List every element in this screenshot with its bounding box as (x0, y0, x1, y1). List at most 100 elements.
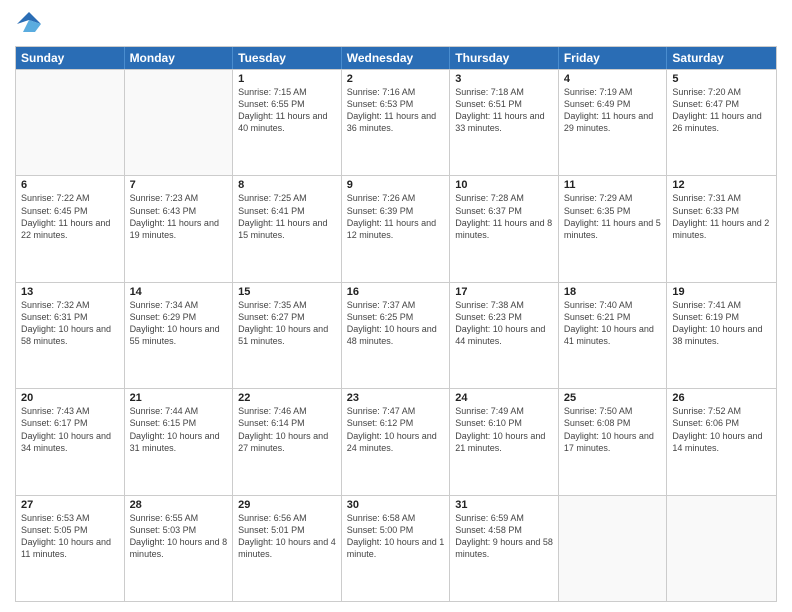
calendar-cell (125, 70, 234, 175)
day-number: 3 (455, 73, 553, 85)
day-info: Sunrise: 6:56 AMSunset: 5:01 PMDaylight:… (238, 512, 336, 561)
day-info: Sunrise: 7:29 AMSunset: 6:35 PMDaylight:… (564, 192, 662, 241)
day-number: 26 (672, 392, 771, 404)
day-info: Sunrise: 6:55 AMSunset: 5:03 PMDaylight:… (130, 512, 228, 561)
calendar-row: 20Sunrise: 7:43 AMSunset: 6:17 PMDayligh… (16, 388, 776, 494)
day-number: 8 (238, 179, 336, 191)
day-info: Sunrise: 7:18 AMSunset: 6:51 PMDaylight:… (455, 86, 553, 135)
weekday-header: Monday (125, 47, 234, 69)
calendar-cell: 16Sunrise: 7:37 AMSunset: 6:25 PMDayligh… (342, 283, 451, 388)
day-number: 11 (564, 179, 662, 191)
calendar-cell: 6Sunrise: 7:22 AMSunset: 6:45 PMDaylight… (16, 176, 125, 281)
weekday-header: Sunday (16, 47, 125, 69)
calendar-cell: 31Sunrise: 6:59 AMSunset: 4:58 PMDayligh… (450, 496, 559, 601)
day-number: 1 (238, 73, 336, 85)
day-number: 22 (238, 392, 336, 404)
calendar-cell: 29Sunrise: 6:56 AMSunset: 5:01 PMDayligh… (233, 496, 342, 601)
weekday-header: Thursday (450, 47, 559, 69)
day-number: 9 (347, 179, 445, 191)
calendar-cell: 5Sunrise: 7:20 AMSunset: 6:47 PMDaylight… (667, 70, 776, 175)
day-number: 27 (21, 499, 119, 511)
calendar-cell: 15Sunrise: 7:35 AMSunset: 6:27 PMDayligh… (233, 283, 342, 388)
calendar-cell: 1Sunrise: 7:15 AMSunset: 6:55 PMDaylight… (233, 70, 342, 175)
day-number: 25 (564, 392, 662, 404)
calendar-cell: 21Sunrise: 7:44 AMSunset: 6:15 PMDayligh… (125, 389, 234, 494)
calendar-cell: 10Sunrise: 7:28 AMSunset: 6:37 PMDayligh… (450, 176, 559, 281)
day-number: 15 (238, 286, 336, 298)
day-info: Sunrise: 6:53 AMSunset: 5:05 PMDaylight:… (21, 512, 119, 561)
calendar-cell: 27Sunrise: 6:53 AMSunset: 5:05 PMDayligh… (16, 496, 125, 601)
day-info: Sunrise: 7:43 AMSunset: 6:17 PMDaylight:… (21, 405, 119, 454)
day-number: 28 (130, 499, 228, 511)
day-info: Sunrise: 7:31 AMSunset: 6:33 PMDaylight:… (672, 192, 771, 241)
weekday-header: Saturday (667, 47, 776, 69)
day-info: Sunrise: 7:40 AMSunset: 6:21 PMDaylight:… (564, 299, 662, 348)
day-info: Sunrise: 7:49 AMSunset: 6:10 PMDaylight:… (455, 405, 553, 454)
weekday-header: Wednesday (342, 47, 451, 69)
day-info: Sunrise: 7:26 AMSunset: 6:39 PMDaylight:… (347, 192, 445, 241)
day-info: Sunrise: 7:44 AMSunset: 6:15 PMDaylight:… (130, 405, 228, 454)
calendar-cell: 14Sunrise: 7:34 AMSunset: 6:29 PMDayligh… (125, 283, 234, 388)
calendar-cell: 26Sunrise: 7:52 AMSunset: 6:06 PMDayligh… (667, 389, 776, 494)
day-info: Sunrise: 6:59 AMSunset: 4:58 PMDaylight:… (455, 512, 553, 561)
calendar-page: SundayMondayTuesdayWednesdayThursdayFrid… (0, 0, 792, 612)
day-info: Sunrise: 7:23 AMSunset: 6:43 PMDaylight:… (130, 192, 228, 241)
calendar-header: SundayMondayTuesdayWednesdayThursdayFrid… (16, 47, 776, 69)
day-number: 2 (347, 73, 445, 85)
calendar-cell: 25Sunrise: 7:50 AMSunset: 6:08 PMDayligh… (559, 389, 668, 494)
day-number: 31 (455, 499, 553, 511)
day-info: Sunrise: 7:20 AMSunset: 6:47 PMDaylight:… (672, 86, 771, 135)
day-number: 21 (130, 392, 228, 404)
day-info: Sunrise: 7:41 AMSunset: 6:19 PMDaylight:… (672, 299, 771, 348)
day-info: Sunrise: 7:28 AMSunset: 6:37 PMDaylight:… (455, 192, 553, 241)
day-info: Sunrise: 7:37 AMSunset: 6:25 PMDaylight:… (347, 299, 445, 348)
calendar-cell: 13Sunrise: 7:32 AMSunset: 6:31 PMDayligh… (16, 283, 125, 388)
day-number: 24 (455, 392, 553, 404)
day-info: Sunrise: 7:22 AMSunset: 6:45 PMDaylight:… (21, 192, 119, 241)
header (15, 10, 777, 38)
weekday-header: Tuesday (233, 47, 342, 69)
calendar-cell: 17Sunrise: 7:38 AMSunset: 6:23 PMDayligh… (450, 283, 559, 388)
calendar-cell: 8Sunrise: 7:25 AMSunset: 6:41 PMDaylight… (233, 176, 342, 281)
day-info: Sunrise: 7:34 AMSunset: 6:29 PMDaylight:… (130, 299, 228, 348)
calendar-cell: 18Sunrise: 7:40 AMSunset: 6:21 PMDayligh… (559, 283, 668, 388)
calendar-cell: 24Sunrise: 7:49 AMSunset: 6:10 PMDayligh… (450, 389, 559, 494)
day-info: Sunrise: 7:38 AMSunset: 6:23 PMDaylight:… (455, 299, 553, 348)
day-number: 12 (672, 179, 771, 191)
weekday-header: Friday (559, 47, 668, 69)
day-info: Sunrise: 7:35 AMSunset: 6:27 PMDaylight:… (238, 299, 336, 348)
calendar-cell: 20Sunrise: 7:43 AMSunset: 6:17 PMDayligh… (16, 389, 125, 494)
day-info: Sunrise: 7:19 AMSunset: 6:49 PMDaylight:… (564, 86, 662, 135)
day-info: Sunrise: 7:46 AMSunset: 6:14 PMDaylight:… (238, 405, 336, 454)
day-info: Sunrise: 7:47 AMSunset: 6:12 PMDaylight:… (347, 405, 445, 454)
calendar-cell: 23Sunrise: 7:47 AMSunset: 6:12 PMDayligh… (342, 389, 451, 494)
day-number: 13 (21, 286, 119, 298)
calendar-cell: 12Sunrise: 7:31 AMSunset: 6:33 PMDayligh… (667, 176, 776, 281)
day-number: 7 (130, 179, 228, 191)
calendar-row: 27Sunrise: 6:53 AMSunset: 5:05 PMDayligh… (16, 495, 776, 601)
day-info: Sunrise: 6:58 AMSunset: 5:00 PMDaylight:… (347, 512, 445, 561)
calendar: SundayMondayTuesdayWednesdayThursdayFrid… (15, 46, 777, 602)
calendar-cell: 30Sunrise: 6:58 AMSunset: 5:00 PMDayligh… (342, 496, 451, 601)
day-info: Sunrise: 7:32 AMSunset: 6:31 PMDaylight:… (21, 299, 119, 348)
calendar-body: 1Sunrise: 7:15 AMSunset: 6:55 PMDaylight… (16, 69, 776, 601)
calendar-cell: 7Sunrise: 7:23 AMSunset: 6:43 PMDaylight… (125, 176, 234, 281)
day-info: Sunrise: 7:52 AMSunset: 6:06 PMDaylight:… (672, 405, 771, 454)
calendar-row: 1Sunrise: 7:15 AMSunset: 6:55 PMDaylight… (16, 69, 776, 175)
calendar-cell: 4Sunrise: 7:19 AMSunset: 6:49 PMDaylight… (559, 70, 668, 175)
calendar-cell (667, 496, 776, 601)
logo-icon (15, 10, 43, 38)
day-info: Sunrise: 7:25 AMSunset: 6:41 PMDaylight:… (238, 192, 336, 241)
day-number: 18 (564, 286, 662, 298)
calendar-cell: 19Sunrise: 7:41 AMSunset: 6:19 PMDayligh… (667, 283, 776, 388)
calendar-cell: 22Sunrise: 7:46 AMSunset: 6:14 PMDayligh… (233, 389, 342, 494)
day-number: 10 (455, 179, 553, 191)
calendar-cell (16, 70, 125, 175)
day-info: Sunrise: 7:50 AMSunset: 6:08 PMDaylight:… (564, 405, 662, 454)
calendar-cell: 11Sunrise: 7:29 AMSunset: 6:35 PMDayligh… (559, 176, 668, 281)
day-number: 16 (347, 286, 445, 298)
day-number: 23 (347, 392, 445, 404)
day-number: 30 (347, 499, 445, 511)
calendar-cell: 3Sunrise: 7:18 AMSunset: 6:51 PMDaylight… (450, 70, 559, 175)
calendar-row: 6Sunrise: 7:22 AMSunset: 6:45 PMDaylight… (16, 175, 776, 281)
